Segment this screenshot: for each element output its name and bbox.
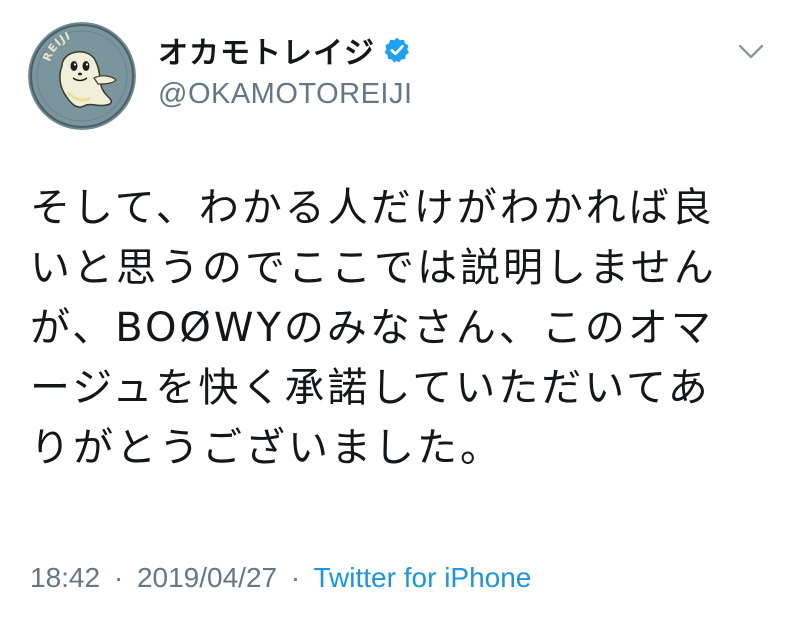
meta-separator: · — [290, 562, 301, 593]
tweet-text-line: そして、わかる人だけがわかれば良 — [30, 185, 715, 231]
meta-separator: · — [113, 562, 124, 593]
tweet-time[interactable]: 18:42 — [30, 562, 100, 593]
tweet-text-line: が、BOØWYのみなさん、このオマ — [30, 305, 714, 351]
chevron-down-icon[interactable] — [736, 40, 766, 64]
name-row: オカモトレイジ — [158, 28, 411, 72]
verified-badge-icon — [384, 37, 409, 63]
tweet-meta: 18:42 · 2019/04/27 · Twitter for iPhone — [30, 562, 531, 594]
user-handle[interactable]: @OKAMOTOREIJI — [158, 78, 413, 111]
tweet-text-line: りがとうございました。 — [30, 425, 503, 471]
avatar[interactable]: REIJI — [28, 22, 136, 130]
display-name[interactable]: オカモトレイジ — [158, 28, 375, 72]
tweet-text-line: いと思うのでここでは説明しません — [30, 245, 717, 291]
tweet-source-link[interactable]: Twitter for iPhone — [314, 562, 532, 593]
ghost-badge-avatar-icon: REIJI — [28, 22, 136, 130]
tweet-date[interactable]: 2019/04/27 — [137, 562, 277, 593]
tweet-card: REIJI オカモトレイジ @OKAMOTOREIJI そして、わかる人だけがわ… — [0, 0, 800, 622]
tweet-text-line: ージュを快く承諾していただいてあ — [30, 365, 711, 411]
tweet-text: そして、わかる人だけがわかれば良 いと思うのでここでは説明しません が、BOØW… — [30, 178, 770, 478]
